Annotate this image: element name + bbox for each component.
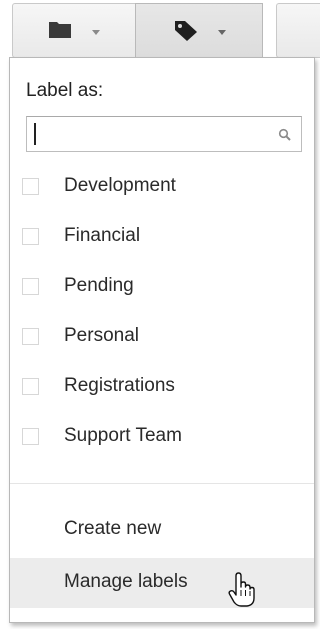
search-icon[interactable] — [278, 128, 292, 142]
label-checkbox[interactable] — [22, 178, 39, 195]
label-checkbox[interactable] — [22, 428, 39, 445]
label-item-personal[interactable]: Personal — [10, 318, 314, 358]
label-name: Support Team — [64, 425, 182, 446]
more-toolbar-button[interactable] — [276, 3, 320, 58]
hand-pointer-icon — [228, 572, 258, 608]
label-menu-screenshot: Label as: Development Financial Pending … — [0, 0, 320, 629]
label-checkbox[interactable] — [22, 278, 39, 295]
label-as-menu: Label as: Development Financial Pending … — [9, 57, 315, 623]
label-name: Financial — [64, 225, 141, 246]
menu-divider — [10, 483, 314, 484]
folder-icon — [49, 20, 71, 43]
manage-labels-item[interactable]: Manage labels — [10, 558, 314, 608]
tag-icon — [174, 20, 198, 47]
label-search-box[interactable] — [26, 116, 302, 152]
toolbar — [12, 0, 320, 60]
label-name: Development — [64, 175, 176, 196]
chevron-down-icon — [92, 30, 100, 35]
create-new-label: Create new — [64, 518, 162, 539]
labels-button[interactable] — [135, 3, 263, 58]
label-name: Registrations — [64, 375, 175, 396]
label-name: Pending — [64, 275, 134, 296]
label-item-support-team[interactable]: Support Team — [10, 418, 314, 458]
label-item-pending[interactable]: Pending — [10, 268, 314, 308]
label-checkbox[interactable] — [22, 378, 39, 395]
label-search-input[interactable] — [31, 120, 265, 148]
label-checkbox[interactable] — [22, 328, 39, 345]
chevron-down-icon — [218, 30, 226, 35]
label-item-financial[interactable]: Financial — [10, 218, 314, 258]
manage-labels-label: Manage labels — [64, 571, 188, 592]
label-name: Personal — [64, 325, 139, 346]
move-to-folder-button[interactable] — [12, 3, 136, 58]
menu-title: Label as: — [26, 80, 104, 101]
label-item-registrations[interactable]: Registrations — [10, 368, 314, 408]
label-item-development[interactable]: Development — [10, 168, 314, 208]
label-checkbox[interactable] — [22, 228, 39, 245]
create-new-label-item[interactable]: Create new — [10, 505, 314, 555]
